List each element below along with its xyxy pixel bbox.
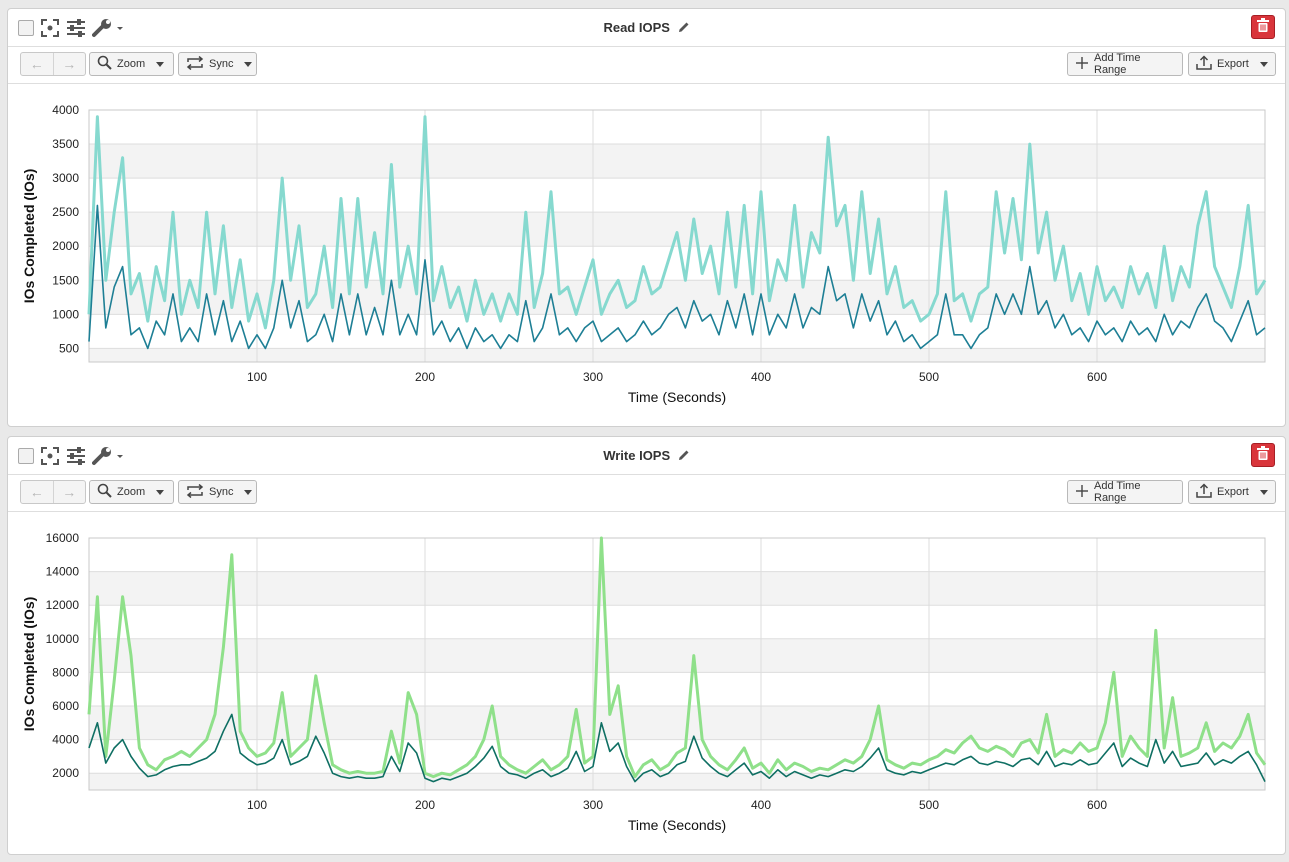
x-tick-label: 300 (583, 370, 603, 384)
grid-band (89, 773, 1265, 790)
sync-icon (186, 55, 204, 73)
pencil-icon[interactable] (678, 449, 690, 464)
chevron-down-icon (1259, 61, 1268, 67)
y-tick-label: 10000 (46, 632, 80, 646)
sync-label: Sync (209, 486, 234, 498)
panel-title-text: Write IOPS (603, 448, 671, 463)
delete-button[interactable] (1251, 443, 1275, 467)
x-tick-label: 100 (247, 370, 267, 384)
y-tick-label: 14000 (46, 565, 80, 579)
magnifier-icon (97, 483, 112, 501)
add-time-range-label: Add Time Range (1094, 52, 1141, 76)
export-label: Export (1217, 58, 1249, 70)
y-tick-label: 2000 (52, 239, 79, 253)
y-tick-label: 3000 (52, 171, 79, 185)
trash-icon (1257, 17, 1269, 37)
y-axis-label: IOs Completed (IOs) (21, 169, 37, 304)
grid-band (89, 638, 1265, 673)
sync-label: Sync (209, 58, 234, 70)
add-time-range-button[interactable]: Add Time Range (1067, 52, 1183, 76)
magnifier-icon (97, 55, 112, 73)
y-tick-label: 2500 (52, 205, 79, 219)
zoom-button[interactable]: Zoom (89, 480, 174, 504)
grid-band (89, 571, 1265, 606)
export-button[interactable]: Export (1188, 52, 1276, 76)
chevron-down-icon (244, 489, 253, 495)
chart-toolbar: ← → Zoom Sync Add Time Range Export (8, 47, 1285, 84)
read-iops-panel: Read IOPS ← → Zoom Sync Add Time Range E… (7, 8, 1286, 427)
x-tick-label: 600 (1087, 798, 1107, 812)
write-iops-chart-svg: 2000 4000 6000 8000 10000 12000 14000 16000 100 2… (21, 531, 1267, 833)
y-tick-label: 1500 (52, 273, 79, 287)
grid-band (89, 706, 1265, 740)
x-axis-label: Time (Seconds) (628, 389, 726, 405)
delete-button[interactable] (1251, 15, 1275, 39)
read-iops-chart-svg: 500 1000 1500 2000 2500 3000 3500 4000 100 200 300… (21, 103, 1267, 405)
panel-titlebar: Write IOPS (8, 437, 1285, 475)
y-tick-label: 1000 (52, 307, 79, 321)
y-tick-label: 2000 (52, 766, 79, 780)
export-label: Export (1217, 486, 1249, 498)
y-tick-label: 16000 (46, 531, 80, 545)
chevron-down-icon (156, 61, 165, 67)
history-nav: ← → (20, 52, 86, 76)
y-axis-label: IOs Completed (IOs) (21, 597, 37, 732)
grid-band (89, 144, 1265, 179)
export-button[interactable]: Export (1188, 480, 1276, 504)
back-arrow-icon[interactable]: ← (21, 53, 54, 75)
x-tick-label: 200 (415, 370, 435, 384)
chevron-down-icon (244, 61, 253, 67)
upload-icon (1196, 55, 1212, 73)
zoom-label: Zoom (117, 58, 146, 70)
add-time-range-button[interactable]: Add Time Range (1067, 480, 1183, 504)
back-arrow-icon[interactable]: ← (21, 481, 54, 503)
y-tick-label: 500 (59, 341, 79, 355)
chart-toolbar: ← → Zoom Sync Add Time Range Export (8, 475, 1285, 512)
x-tick-label: 400 (751, 798, 771, 812)
add-time-range-label: Add Time Range (1094, 480, 1141, 504)
x-tick-label: 100 (247, 798, 267, 812)
panel-title: Read IOPS (8, 20, 1285, 36)
write-iops-panel: Write IOPS ← → Zoom Sync Add Time Range … (7, 436, 1286, 855)
read-iops-chart: 500 1000 1500 2000 2500 3000 3500 4000 100 200 300… (8, 84, 1287, 424)
trash-icon (1257, 445, 1269, 465)
plus-icon (1075, 484, 1089, 501)
x-tick-label: 600 (1087, 370, 1107, 384)
y-tick-label: 8000 (52, 665, 79, 679)
sync-icon (186, 483, 204, 501)
y-tick-label: 6000 (52, 699, 79, 713)
pencil-icon[interactable] (678, 21, 690, 36)
chevron-down-icon (1259, 489, 1268, 495)
zoom-button[interactable]: Zoom (89, 52, 174, 76)
panel-titlebar: Read IOPS (8, 9, 1285, 47)
panel-title-text: Read IOPS (603, 20, 670, 35)
forward-arrow-icon[interactable]: → (54, 53, 86, 75)
upload-icon (1196, 483, 1212, 501)
chevron-down-icon (156, 489, 165, 495)
y-tick-label: 3500 (52, 137, 79, 151)
grid-band (89, 348, 1265, 362)
forward-arrow-icon[interactable]: → (54, 481, 86, 503)
sync-button[interactable]: Sync (178, 480, 257, 504)
y-tick-label: 4000 (52, 733, 79, 747)
x-tick-label: 400 (751, 370, 771, 384)
zoom-label: Zoom (117, 486, 146, 498)
x-tick-label: 200 (415, 798, 435, 812)
write-iops-chart: 2000 4000 6000 8000 10000 12000 14000 16000 100 2… (8, 512, 1287, 852)
x-tick-label: 500 (919, 370, 939, 384)
sync-button[interactable]: Sync (178, 52, 257, 76)
x-tick-label: 500 (919, 798, 939, 812)
x-axis-label: Time (Seconds) (628, 817, 726, 833)
y-tick-label: 12000 (46, 598, 80, 612)
panel-title: Write IOPS (8, 448, 1285, 464)
x-tick-label: 300 (583, 798, 603, 812)
history-nav: ← → (20, 480, 86, 504)
plus-icon (1075, 56, 1089, 73)
y-tick-label: 4000 (52, 103, 79, 117)
